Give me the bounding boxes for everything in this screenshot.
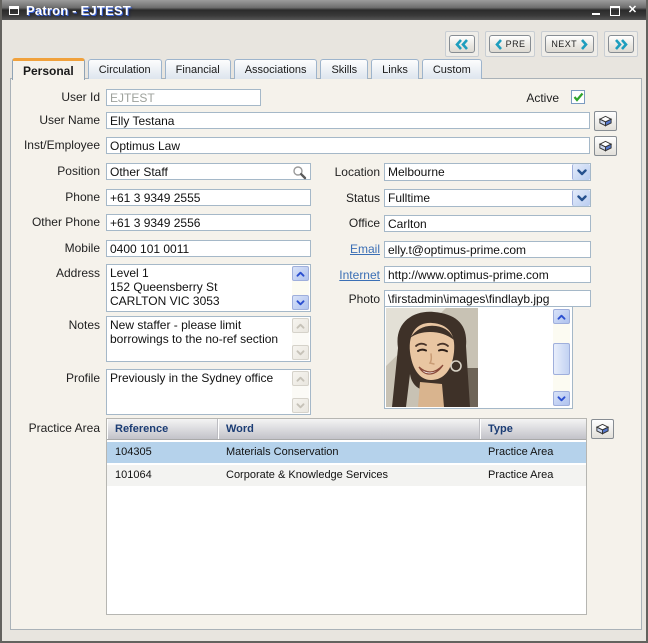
inst-employee-field[interactable] xyxy=(106,137,590,154)
photo-scrollbar[interactable] xyxy=(553,309,570,406)
tab-circulation[interactable]: Circulation xyxy=(87,59,162,79)
location-dropdown-button[interactable] xyxy=(572,164,590,180)
tab-bar: Personal Circulation Financial Associati… xyxy=(12,58,485,80)
record-nav: PRE NEXT xyxy=(444,31,638,57)
scroll-up-icon[interactable] xyxy=(553,309,570,324)
status-select[interactable]: Fulltime xyxy=(384,189,591,207)
office-field[interactable] xyxy=(384,215,591,232)
tab-financial[interactable]: Financial xyxy=(164,59,231,79)
internet-field[interactable] xyxy=(384,266,591,283)
maximize-icon[interactable] xyxy=(609,5,620,16)
inst-employee-label: Inst/Employee xyxy=(23,138,100,152)
double-chevron-left-icon xyxy=(454,38,468,50)
notes-scrollbar xyxy=(292,318,309,360)
chevron-right-icon xyxy=(581,38,588,50)
status-dropdown-button[interactable] xyxy=(572,190,590,206)
chevron-down-icon xyxy=(576,194,587,201)
window-menu-icon[interactable] xyxy=(9,5,19,15)
user-id-label: User Id xyxy=(61,90,100,104)
photo-path-field[interactable] xyxy=(384,290,591,307)
patron-window: Patron - EJTEST ✕ PRE NEXT Personal Circ… xyxy=(0,0,648,643)
chevron-left-icon xyxy=(494,38,502,50)
table-row[interactable]: 101064 Corporate & Knowledge Services Pr… xyxy=(107,465,586,486)
status-label: Status xyxy=(345,191,380,205)
phone-label: Phone xyxy=(65,190,100,204)
active-label: Active xyxy=(526,91,559,105)
cell-reference: 104305 xyxy=(115,446,152,458)
photo-viewer xyxy=(384,306,573,409)
next-record-button[interactable]: NEXT xyxy=(545,35,594,53)
previous-record-label: PRE xyxy=(505,39,526,49)
cell-type: Practice Area xyxy=(488,469,554,481)
titlebar: Patron - EJTEST ✕ xyxy=(2,0,646,20)
book-icon xyxy=(598,140,613,151)
user-id-field[interactable] xyxy=(106,89,261,106)
location-value: Melbourne xyxy=(388,165,445,179)
check-icon xyxy=(573,92,583,102)
profile-label: Profile xyxy=(65,371,100,385)
first-record-button[interactable] xyxy=(448,35,475,53)
tab-personal[interactable]: Personal xyxy=(12,58,85,80)
cell-word: Materials Conservation xyxy=(226,446,339,458)
profile-textarea-wrap: Previously in the Sydney office xyxy=(106,369,311,415)
practice-area-lookup-button[interactable] xyxy=(591,419,614,439)
address-label: Address xyxy=(55,266,100,280)
inst-employee-lookup-button[interactable] xyxy=(594,136,617,156)
book-icon xyxy=(595,423,610,434)
column-header-word[interactable]: Word xyxy=(218,419,480,439)
table-header-row: Reference Word Type xyxy=(107,419,586,440)
chevron-down-icon xyxy=(576,168,587,175)
notes-textarea[interactable]: New staffer - please limit borrowings to… xyxy=(107,317,292,361)
active-checkbox[interactable] xyxy=(571,90,585,104)
user-name-lookup-button[interactable] xyxy=(594,111,617,131)
cell-word: Corporate & Knowledge Services xyxy=(226,469,389,481)
office-label: Office xyxy=(348,216,380,230)
user-name-label: User Name xyxy=(39,113,100,127)
notes-label: Notes xyxy=(68,318,100,332)
practice-area-table: Reference Word Type 104305 Materials Con… xyxy=(106,418,587,615)
notes-textarea-wrap: New staffer - please limit borrowings to… xyxy=(106,316,311,362)
cell-reference: 101064 xyxy=(115,469,152,481)
scroll-down-icon xyxy=(292,398,309,413)
column-header-reference[interactable]: Reference xyxy=(107,419,218,439)
tab-associations[interactable]: Associations xyxy=(233,59,318,79)
email-field[interactable] xyxy=(384,241,591,258)
scroll-up-icon xyxy=(292,371,309,386)
book-icon xyxy=(598,115,613,126)
tab-skills[interactable]: Skills xyxy=(320,59,369,79)
next-record-label: NEXT xyxy=(551,39,577,49)
practice-area-label: Practice Area xyxy=(28,421,100,435)
patron-photo xyxy=(386,308,478,407)
last-record-button[interactable] xyxy=(608,35,634,53)
tab-links[interactable]: Links xyxy=(371,59,419,79)
user-name-field[interactable] xyxy=(106,112,590,129)
window-title: Patron - EJTEST xyxy=(26,2,131,18)
position-label: Position xyxy=(57,164,100,178)
profile-textarea[interactable]: Previously in the Sydney office xyxy=(107,370,292,414)
personal-tab-panel: User Id Active User Name Inst/Employee xyxy=(10,78,642,630)
status-value: Fulltime xyxy=(388,191,431,205)
minimize-icon[interactable] xyxy=(591,5,602,16)
scroll-down-icon xyxy=(292,345,309,360)
location-select[interactable]: Melbourne xyxy=(384,163,591,181)
scroll-down-icon[interactable] xyxy=(553,391,570,406)
internet-link[interactable]: Internet xyxy=(261,267,380,284)
other-phone-label: Other Phone xyxy=(31,215,100,229)
column-header-type[interactable]: Type xyxy=(480,419,586,439)
location-label: Location xyxy=(334,165,380,179)
cell-type: Practice Area xyxy=(488,446,554,458)
double-chevron-right-icon xyxy=(615,38,628,50)
email-link[interactable]: Email xyxy=(261,241,380,258)
table-row[interactable]: 104305 Materials Conservation Practice A… xyxy=(107,442,586,463)
tab-custom[interactable]: Custom xyxy=(421,59,482,79)
profile-scrollbar xyxy=(292,371,309,413)
scrollbar-thumb[interactable] xyxy=(553,343,570,375)
mobile-label: Mobile xyxy=(64,241,100,255)
scroll-up-icon xyxy=(292,318,309,333)
photo-label: Photo xyxy=(348,292,380,306)
close-icon[interactable]: ✕ xyxy=(627,4,638,16)
previous-record-button[interactable]: PRE xyxy=(488,35,532,53)
